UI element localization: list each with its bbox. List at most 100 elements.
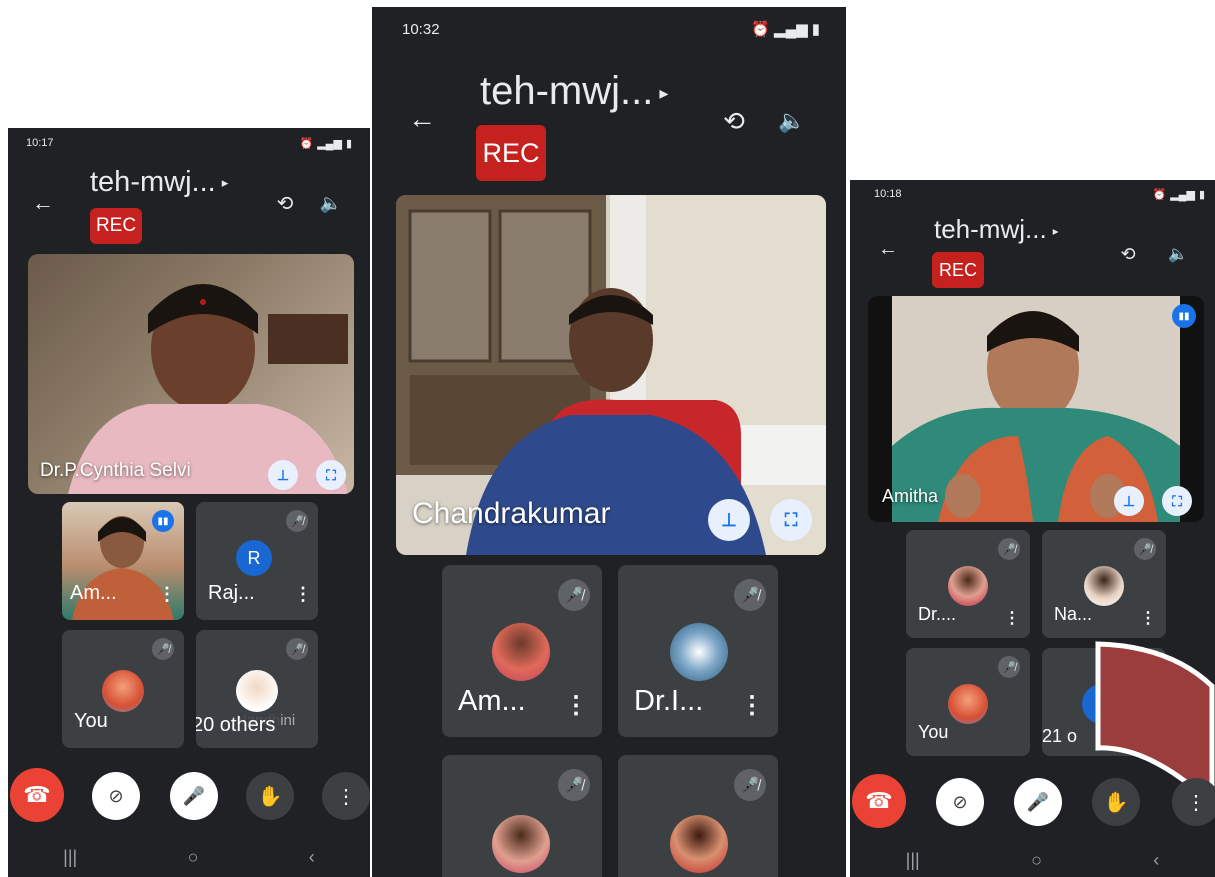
- battery-icon: ▮: [345, 137, 352, 150]
- mic-off-icon: 🎤̸: [558, 579, 590, 611]
- speaker-icon[interactable]: 🔈: [316, 188, 346, 218]
- camera-toggle-button[interactable]: ⊘: [936, 778, 984, 826]
- pin-icon[interactable]: ⊥: [708, 499, 750, 541]
- meeting-title-text: teh-mwj...: [480, 69, 654, 113]
- end-call-button[interactable]: ☎: [852, 774, 906, 828]
- tile-others[interactable]: 🎤̸ Nandhini 20 others: [196, 630, 318, 748]
- back-nav-icon[interactable]: ‹: [1153, 850, 1159, 871]
- tile-name: You: [74, 710, 108, 732]
- rec-badge: REC: [476, 125, 546, 181]
- pin-icon[interactable]: ⊥: [268, 460, 298, 490]
- alarm-icon: ⏰: [299, 137, 314, 150]
- meeting-title[interactable]: teh-mwj... ▸: [934, 214, 1059, 245]
- avatar: R: [236, 540, 272, 576]
- avatar: [670, 815, 728, 873]
- status-icons: ⏰ ▂▄▆ ▮: [751, 20, 820, 38]
- speaking-indicator-icon: ▮▮: [1172, 304, 1196, 328]
- more-options-icon[interactable]: ⋮: [1004, 608, 1020, 628]
- tile-name: You: [918, 722, 949, 742]
- home-icon[interactable]: ○: [188, 847, 199, 868]
- back-arrow-icon[interactable]: ←: [408, 103, 436, 135]
- tile-participant-2[interactable]: 🎤̸ R Raj... ⋮: [196, 502, 318, 620]
- alarm-icon: ⏰: [1152, 188, 1167, 201]
- more-options-icon[interactable]: ⋮: [158, 584, 176, 605]
- speaker-portrait: [68, 284, 348, 494]
- more-options-icon[interactable]: ⋮: [740, 691, 764, 720]
- fullscreen-icon[interactable]: ⛶: [770, 499, 812, 541]
- status-bar: 10:32 ⏰ ▂▄▆ ▮: [372, 17, 846, 41]
- status-bar: 10:17 ⏰ ▂▄▆ ▮: [8, 132, 370, 154]
- tile-participant-3[interactable]: 🎤̸ You: [906, 648, 1030, 756]
- avatar-initial: R: [247, 547, 261, 568]
- mic-off-icon: 🎤̸: [998, 538, 1020, 560]
- tile-participant-1[interactable]: 🎤̸ Am... ⋮: [442, 565, 602, 737]
- end-call-button[interactable]: ☎: [10, 768, 64, 822]
- fullscreen-icon[interactable]: ⛶: [1162, 486, 1192, 516]
- caret-right-icon: ▸: [659, 82, 669, 103]
- meeting-title[interactable]: teh-mwj... ▸: [480, 69, 668, 114]
- status-icons: ⏰ ▂▄▆ ▮: [300, 137, 352, 150]
- system-nav-bar: ||| ○ ‹: [850, 846, 1215, 874]
- raise-hand-button[interactable]: ✋: [1092, 778, 1140, 826]
- tile-name: Am...: [458, 685, 526, 717]
- more-options-icon[interactable]: ⋮: [1140, 608, 1156, 628]
- avatar: [670, 623, 728, 681]
- home-icon[interactable]: ○: [1031, 850, 1042, 871]
- back-nav-icon[interactable]: ‹: [309, 847, 315, 868]
- mic-toggle-button[interactable]: 🎤: [170, 772, 218, 820]
- main-video: ▮▮ Amitha ⊥ ⛶: [868, 296, 1204, 522]
- tile-name: Dr....: [918, 604, 957, 624]
- speaker-icon[interactable]: 🔈: [774, 103, 810, 139]
- back-arrow-icon[interactable]: ←: [32, 190, 54, 216]
- meeting-title-text: teh-mwj...: [90, 166, 216, 198]
- camera-toggle-button[interactable]: ⊘: [92, 772, 140, 820]
- main-speaker-name: Chandrakumar: [412, 497, 611, 530]
- others-count: 21 o: [1042, 726, 1078, 746]
- switch-camera-icon[interactable]: ⟲: [1114, 240, 1142, 268]
- back-arrow-icon[interactable]: ←: [878, 238, 898, 261]
- mic-off-icon: 🎤̸: [558, 769, 590, 801]
- caret-right-icon: ▸: [1052, 225, 1059, 239]
- avatar: [948, 684, 988, 724]
- avatar: [1084, 566, 1124, 606]
- avatar: [102, 670, 144, 712]
- more-options-icon[interactable]: ⋮: [294, 584, 312, 605]
- tile-participant-4[interactable]: 🎤̸: [618, 755, 778, 877]
- switch-camera-icon[interactable]: ⟲: [270, 188, 300, 218]
- phone-right: 10:18 ⏰ ▂▄▆ ▮ ← teh-mwj... ▸ REC ⟲ 🔈 ▮▮ A…: [850, 180, 1215, 877]
- rec-badge: REC: [90, 208, 142, 244]
- avatar: [948, 566, 988, 606]
- system-nav-bar: ||| ○ ‹: [8, 842, 370, 872]
- status-bar: 10:18 ⏰ ▂▄▆ ▮: [850, 184, 1215, 204]
- tile-participant-3[interactable]: 🎤̸ You: [62, 630, 184, 748]
- more-options-icon[interactable]: ⋮: [564, 691, 588, 720]
- switch-camera-icon[interactable]: ⟲: [716, 103, 752, 139]
- avatar: [492, 623, 550, 681]
- tile-participant-1[interactable]: 🎤̸ Dr.... ⋮: [906, 530, 1030, 638]
- tile-participant-3[interactable]: 🎤̸: [442, 755, 602, 877]
- more-options-button[interactable]: ⋮: [322, 772, 370, 820]
- recent-apps-icon[interactable]: |||: [63, 847, 77, 868]
- tile-participant-2[interactable]: 🎤̸ Dr.I... ⋮: [618, 565, 778, 737]
- recent-apps-icon[interactable]: |||: [906, 850, 920, 871]
- tile-name: Na...: [1054, 604, 1093, 624]
- caret-right-icon: ▸: [221, 175, 229, 191]
- pin-icon[interactable]: ⊥: [1114, 486, 1144, 516]
- mic-toggle-button[interactable]: 🎤: [1014, 778, 1062, 826]
- raise-hand-button[interactable]: ✋: [246, 772, 294, 820]
- rec-badge: REC: [932, 252, 984, 288]
- mic-off-icon: 🎤̸: [734, 769, 766, 801]
- meeting-title[interactable]: teh-mwj... ▸: [90, 166, 228, 199]
- tile-participant-1[interactable]: ▮▮ Am... ⋮: [62, 502, 184, 620]
- tile-participant-2[interactable]: 🎤̸ Na... ⋮: [1042, 530, 1166, 638]
- battery-icon: ▮: [811, 21, 820, 38]
- mic-off-icon: 🎤̸: [152, 638, 174, 660]
- main-speaker-name: Dr.P.Cynthia Selvi: [40, 460, 191, 481]
- fullscreen-icon[interactable]: ⛶: [316, 460, 346, 490]
- more-options-button[interactable]: ⋮: [1172, 778, 1215, 826]
- others-count: 20 others: [196, 714, 282, 737]
- tile-name: Am...: [70, 582, 117, 604]
- mic-off-icon: 🎤̸: [998, 656, 1020, 678]
- speaker-icon[interactable]: 🔈: [1164, 240, 1192, 268]
- signal-icon: ▂▄▆: [1170, 188, 1195, 201]
